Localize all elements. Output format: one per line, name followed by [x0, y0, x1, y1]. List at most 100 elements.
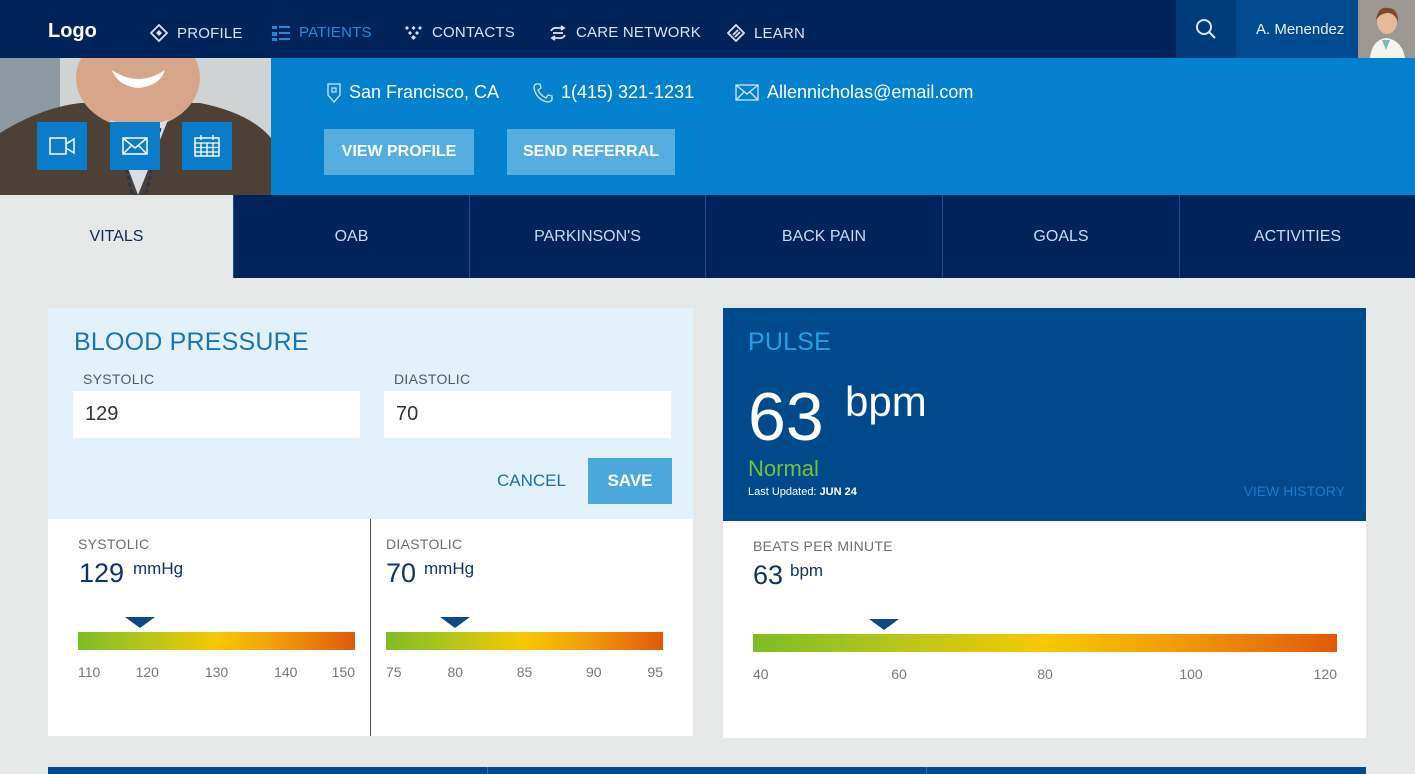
systolic-gauge-tick: 110: [78, 664, 101, 680]
pulse-gauge-tick: 100: [1179, 666, 1203, 682]
nav-label: PROFILE: [177, 24, 243, 42]
diastolic-gauge-marker: [440, 617, 471, 628]
diastolic-gauge-tick: 75: [386, 664, 402, 680]
nav-item-patients[interactable]: PATIENTS: [272, 24, 372, 41]
pulse-gauge-tick: 120: [1313, 666, 1337, 682]
nav-label: CONTACTS: [432, 24, 515, 41]
nav-item-care-network[interactable]: CARE NETWORK: [549, 24, 701, 41]
systolic-gauge-tick: 140: [274, 664, 298, 680]
video-call-button[interactable]: [37, 122, 87, 170]
tab-back-pain[interactable]: BACK PAIN: [705, 195, 942, 278]
view-history-link[interactable]: VIEW HISTORY: [1244, 483, 1345, 499]
patient-info-bar: San Francisco, CA 1(415) 321-1231 Allenn…: [271, 58, 1415, 195]
search-icon: [1196, 19, 1216, 39]
view-profile-button[interactable]: VIEW PROFILE: [324, 129, 474, 175]
systolic-gauge-value: 129: [79, 558, 125, 588]
schedule-button[interactable]: [182, 122, 232, 170]
diastolic-gauge-bar: [386, 632, 663, 650]
diastolic-gauge-tick: 90: [585, 664, 602, 680]
diastolic-input[interactable]: [384, 391, 671, 438]
diastolic-gauge-tick: 95: [647, 664, 663, 680]
systolic-gauge-tick: 150: [331, 664, 355, 680]
nav-label: PATIENTS: [299, 24, 372, 41]
blood-pressure-card: BLOOD PRESSURE SYSTOLIC DIASTOLIC CANCEL…: [48, 308, 693, 736]
patient-photo: [0, 58, 271, 195]
nav-item-contacts[interactable]: CONTACTS: [404, 24, 515, 41]
calendar-icon: [194, 135, 220, 157]
systolic-input[interactable]: [73, 391, 360, 438]
list-icon: [272, 25, 290, 41]
tab-activities[interactable]: ACTIVITIES: [1179, 195, 1415, 278]
systolic-gauge-unit: mmHg: [133, 559, 184, 578]
care-network-icon: [550, 24, 566, 41]
user-menu[interactable]: A. Menendez: [1236, 0, 1358, 58]
tab-goals[interactable]: GOALS: [942, 195, 1179, 278]
diamond-icon: [150, 24, 168, 42]
email-text: Allennicholas@email.com: [767, 82, 974, 102]
diastolic-gauge-label: DIASTOLIC: [386, 536, 463, 552]
diastolic-gauge-value: 70: [386, 558, 417, 588]
logo[interactable]: Logo: [48, 20, 97, 43]
learn-icon: [727, 24, 745, 42]
diastolic-gauge-tick: 85: [516, 664, 533, 680]
pulse-card: PULSE 63 bpm Normal Last Updated: JUN 24…: [723, 308, 1366, 738]
mail-icon: [122, 137, 148, 155]
patient-email[interactable]: Allennicholas@email.com: [735, 82, 973, 103]
next-cards-row: [48, 767, 1366, 774]
pulse-unit: bpm: [845, 378, 927, 425]
pulse-gauge-tick: 80: [1037, 666, 1053, 682]
systolic-gauge-tick: 120: [135, 664, 159, 680]
diastolic-gauge-tick: 80: [447, 664, 464, 680]
search-button[interactable]: [1176, 0, 1236, 58]
card-header-stub: [48, 767, 487, 774]
condition-tabs: VITALS OAB PARKINSON'S BACK PAIN GOALS A…: [0, 195, 1415, 278]
nav-label: CARE NETWORK: [576, 24, 701, 41]
systolic-gauge-label: SYSTOLIC: [78, 536, 150, 552]
tab-parkinsons[interactable]: PARKINSON'S: [469, 195, 705, 278]
user-name: A. Menendez: [1256, 20, 1345, 38]
user-photo-icon: [1358, 0, 1415, 58]
pulse-title: PULSE: [748, 328, 831, 356]
systolic-gauge-bar: [78, 632, 355, 650]
systolic-gauge-marker: [125, 617, 156, 628]
phone-icon: [533, 82, 553, 103]
diastolic-field-label: DIASTOLIC: [394, 371, 471, 387]
pulse-gauge-tick: 60: [891, 666, 907, 682]
pulse-gauge-label: BEATS PER MINUTE: [753, 538, 893, 554]
top-navigation: Logo PROFILE PATIENTS CONTACTS CARE NETW…: [0, 0, 1415, 58]
pulse-gauge-marker: [869, 619, 900, 630]
pulse-gauge-value: 63: [753, 560, 784, 590]
blood-pressure-title: BLOOD PRESSURE: [74, 328, 309, 356]
nav-item-learn[interactable]: LEARN: [727, 24, 805, 42]
gauge-divider: [370, 519, 371, 736]
patient-location: San Francisco, CA: [327, 82, 499, 103]
pulse-summary: PULSE 63 bpm Normal Last Updated: JUN 24…: [723, 308, 1366, 521]
card-header-stub: [486, 767, 927, 774]
patient-phone[interactable]: 1(415) 321-1231: [533, 82, 694, 103]
blood-pressure-edit-form: BLOOD PRESSURE SYSTOLIC DIASTOLIC CANCEL…: [48, 308, 693, 519]
tab-oab[interactable]: OAB: [233, 195, 469, 278]
save-button[interactable]: SAVE: [588, 458, 672, 504]
pulse-gauge-unit: bpm: [790, 561, 824, 580]
systolic-gauge-tick: 130: [204, 664, 229, 680]
user-avatar[interactable]: [1358, 0, 1415, 58]
email-patient-button[interactable]: [110, 122, 160, 170]
video-camera-icon: [49, 137, 75, 155]
cancel-button[interactable]: CANCEL: [497, 471, 566, 491]
phone-text: 1(415) 321-1231: [561, 82, 695, 102]
last-updated-label: Last Updated:: [748, 486, 817, 498]
location-text: San Francisco, CA: [349, 82, 500, 102]
send-referral-button[interactable]: SEND REFERRAL: [507, 129, 675, 175]
card-header-stub: [926, 767, 1366, 774]
location-pin-icon: [327, 82, 341, 103]
tab-vitals[interactable]: VITALS: [0, 195, 233, 278]
diastolic-gauge-unit: mmHg: [424, 559, 475, 578]
pulse-value: 63: [748, 379, 824, 455]
last-updated: Last Updated: JUN 24: [748, 486, 857, 498]
pulse-gauge-bar: [753, 634, 1337, 652]
nav-item-profile[interactable]: PROFILE: [150, 24, 243, 42]
last-updated-value: JUN 24: [819, 486, 857, 498]
mail-icon: [735, 84, 759, 101]
contacts-icon: [405, 25, 422, 40]
pulse-status: Normal: [748, 456, 819, 481]
